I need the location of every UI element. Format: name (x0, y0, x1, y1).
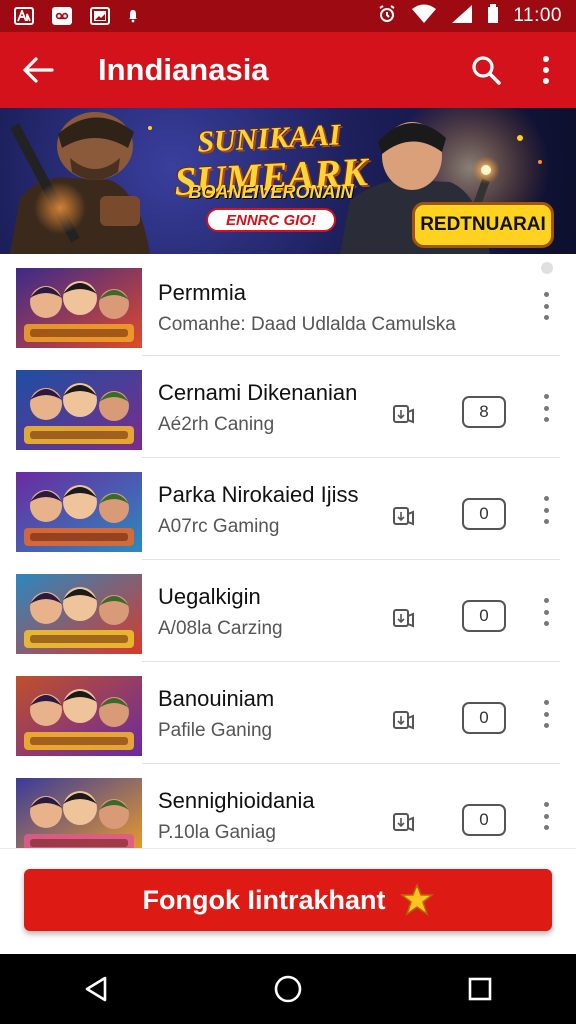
status-time: 11:00 (513, 5, 562, 26)
wifi-icon (411, 4, 437, 29)
ticket-badge[interactable]: 0 (462, 804, 506, 836)
primary-action-label: Fongok Iintrakhant (142, 884, 386, 915)
system-nav-bar (0, 954, 576, 1024)
list-item-title: Permmia (158, 280, 247, 305)
game-thumbnail (16, 574, 142, 654)
item-more-button[interactable] (536, 696, 556, 732)
alarm-icon (377, 4, 397, 29)
list-item-subtitle: P.10la Ganiag (158, 822, 276, 843)
download-icon[interactable] (392, 606, 416, 630)
arrow-left-icon (23, 57, 54, 83)
bell-icon (128, 9, 138, 23)
list-item-title: Uegalkigin (158, 584, 261, 609)
app-bar: Inndianasia (0, 32, 576, 108)
banner-subtitle: BOANEIVERONAIN (188, 182, 354, 202)
voicemail-icon (52, 7, 72, 25)
bottom-action-area: Fongok Iintrakhant (0, 848, 576, 954)
ticket-badge[interactable]: 0 (462, 498, 506, 530)
more-options-button[interactable] (516, 32, 576, 108)
list-item[interactable]: Cernami Dikenanian Aé2rh Caning 8 (0, 356, 576, 458)
game-thumbnail (16, 778, 142, 858)
status-right-icons: 11:00 (377, 3, 562, 29)
back-button[interactable] (0, 32, 76, 108)
list-item[interactable]: Parka Nirokaied Ijiss A07rc Gaming 0 (0, 458, 576, 560)
ticket-badge[interactable]: 0 (462, 600, 506, 632)
download-icon[interactable] (392, 504, 416, 528)
ticket-badge[interactable]: 0 (462, 702, 506, 734)
search-icon (472, 56, 501, 85)
list-item-title: Cernami Dikenanian (158, 380, 358, 405)
game-thumbnail (16, 472, 142, 552)
download-icon[interactable] (392, 708, 416, 732)
nav-recents-icon (468, 977, 492, 1001)
banner-cta-button[interactable]: REDTNUARAI (412, 202, 554, 248)
list-item-subtitle: Comanhe: Daad Udlalda Camulska (158, 314, 456, 335)
nav-home-icon (274, 975, 302, 1003)
list-item-subtitle: A07rc Gaming (158, 516, 280, 537)
battery-icon (487, 3, 499, 29)
primary-action-button[interactable]: Fongok Iintrakhant (24, 869, 552, 931)
list-item-title: Parka Nirokaied Ijiss (158, 482, 359, 507)
item-more-button[interactable] (536, 492, 556, 528)
search-button[interactable] (456, 32, 516, 108)
nav-back-button[interactable] (66, 959, 126, 1019)
list-item[interactable]: Permmia Comanhe: Daad Udlalda Camulska (0, 254, 576, 356)
game-thumbnail (16, 268, 142, 348)
item-more-button[interactable] (536, 288, 556, 324)
more-vert-icon (543, 56, 549, 84)
app-notification-icon (14, 7, 34, 25)
item-more-button[interactable] (536, 594, 556, 630)
ticket-badge[interactable]: 8 (462, 396, 506, 428)
list-item-title: Banouiniam (158, 686, 275, 711)
item-more-button[interactable] (536, 798, 556, 834)
promo-banner[interactable]: SUNIKAAI SUMEARK BOANEIVERONAIN ENNRC GI… (0, 108, 576, 254)
game-thumbnail (16, 676, 142, 756)
scroll-indicator (541, 262, 553, 274)
download-icon[interactable] (392, 810, 416, 834)
list-item[interactable]: Banouiniam Pafile Ganing 0 (0, 662, 576, 764)
status-left-icons (14, 7, 138, 25)
nav-back-icon (85, 976, 107, 1002)
list-item-title: Sennighioidania (158, 788, 315, 813)
sparkle-icon (399, 883, 434, 916)
status-bar: 11:00 (0, 0, 576, 32)
item-more-button[interactable] (536, 390, 556, 426)
list-item-subtitle: Pafile Ganing (158, 720, 273, 741)
banner-tag: ENNRC GIO! (206, 208, 336, 232)
game-thumbnail (16, 370, 142, 450)
image-icon (90, 7, 110, 25)
nav-home-button[interactable] (258, 959, 318, 1019)
nav-recents-button[interactable] (450, 959, 510, 1019)
list-item[interactable]: Uegalkigin A/08la Carzing 0 (0, 560, 576, 662)
signal-icon (451, 4, 473, 29)
list-item-subtitle: A/08la Carzing (158, 618, 283, 639)
list-item-subtitle: Aé2rh Caning (158, 414, 275, 435)
page-title: Inndianasia (98, 52, 269, 87)
download-icon[interactable] (392, 402, 416, 426)
